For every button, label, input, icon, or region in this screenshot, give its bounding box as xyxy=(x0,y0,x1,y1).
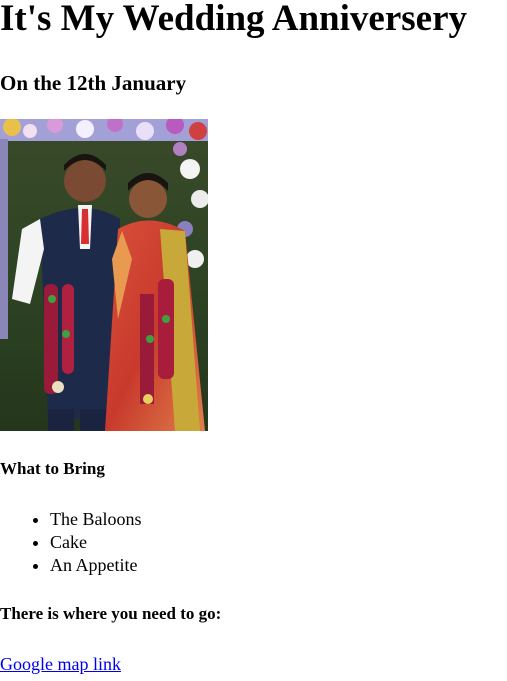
list-item: Cake xyxy=(50,531,142,554)
page-subtitle: On the 12th January xyxy=(0,71,187,95)
list-item: An Appetite xyxy=(50,554,142,577)
google-map-link[interactable]: Google map link xyxy=(0,653,121,675)
what-to-bring-heading: What to Bring xyxy=(0,459,105,478)
page-title: It's My Wedding Anniversery xyxy=(0,0,467,39)
couple-photo xyxy=(0,119,208,431)
bring-list: The Baloons Cake An Appetite xyxy=(0,508,142,577)
directions-heading: There is where you need to go: xyxy=(0,604,222,623)
list-item: The Baloons xyxy=(50,508,142,531)
